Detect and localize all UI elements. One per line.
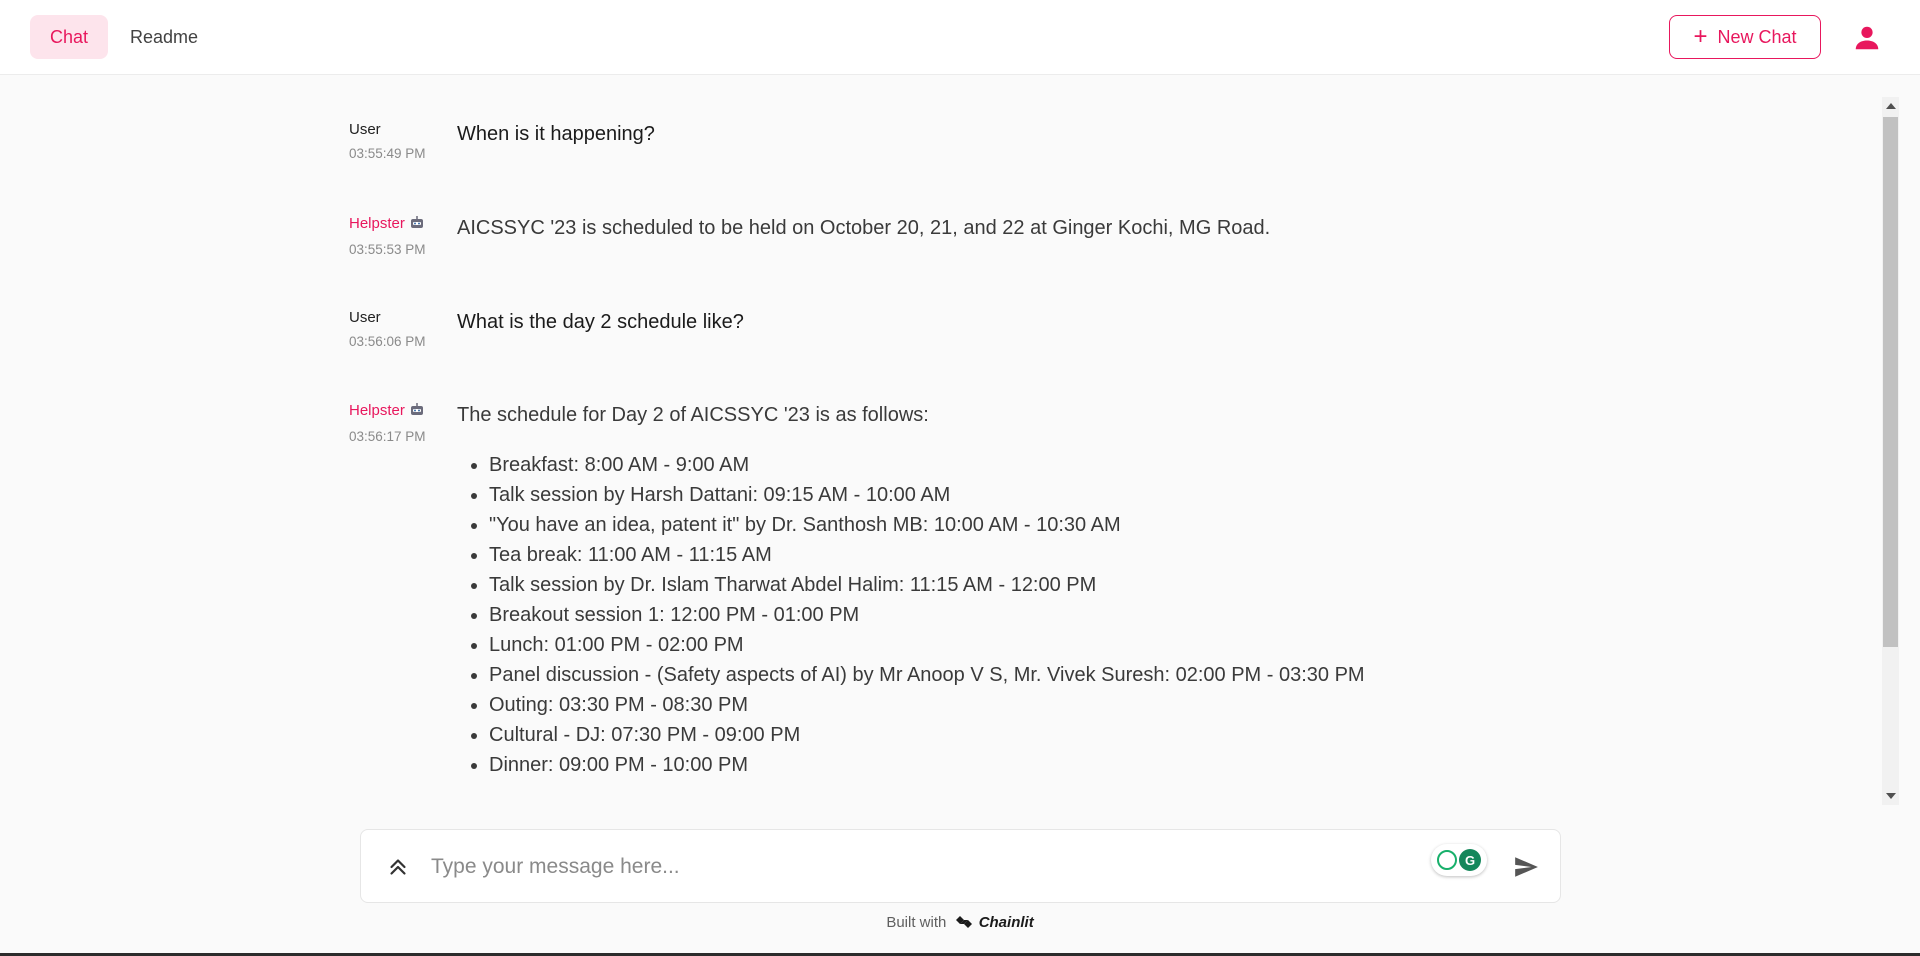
list-item: Talk session by Harsh Dattani: 09:15 AM … bbox=[471, 480, 1497, 510]
extension-badges[interactable]: G bbox=[1431, 844, 1487, 876]
message-list: User 03:55:49 PM When is it happening? H… bbox=[0, 75, 1882, 810]
robot-icon bbox=[409, 216, 425, 234]
list-item: "You have an idea, patent it" by Dr. San… bbox=[471, 510, 1497, 540]
message-input[interactable] bbox=[431, 848, 1331, 886]
footer-brand[interactable]: Chainlit bbox=[979, 914, 1034, 931]
lightbulb-icon[interactable] bbox=[1437, 850, 1457, 870]
message-text: AICSSYC '23 is scheduled to be held on O… bbox=[457, 217, 1271, 239]
chainlit-logo-icon bbox=[955, 914, 973, 934]
tab-readme[interactable]: Readme bbox=[110, 15, 218, 59]
message-author: User bbox=[349, 309, 381, 326]
list-item: Panel discussion - (Safety aspects of AI… bbox=[471, 660, 1497, 690]
list-item: Breakout session 1: 12:00 PM - 01:00 PM bbox=[471, 600, 1497, 630]
message-text: The schedule for Day 2 of AICSSYC '23 is… bbox=[457, 400, 1497, 780]
message-text: When is it happening? bbox=[457, 123, 655, 145]
message-text: What is the day 2 schedule like? bbox=[457, 311, 744, 333]
list-item: Lunch: 01:00 PM - 02:00 PM bbox=[471, 630, 1497, 660]
robot-icon bbox=[409, 403, 425, 421]
message-meta: User 03:55:49 PM bbox=[349, 121, 449, 161]
message-meta: Helpster 03:55:53 PM bbox=[349, 215, 449, 257]
expand-up-icon[interactable] bbox=[385, 854, 411, 880]
account-icon[interactable] bbox=[1852, 23, 1882, 53]
message-author: Helpster bbox=[349, 215, 449, 234]
new-chat-label: New Chat bbox=[1717, 26, 1797, 47]
author-name: Helpster bbox=[349, 215, 405, 232]
message-author: Helpster bbox=[349, 402, 449, 421]
tab-chat[interactable]: Chat bbox=[30, 15, 109, 59]
list-item: Cultural - DJ: 07:30 PM - 09:00 PM bbox=[471, 720, 1497, 750]
message-author: User bbox=[349, 121, 381, 138]
new-chat-button[interactable]: + New Chat bbox=[1669, 15, 1821, 59]
message-time: 03:56:06 PM bbox=[349, 334, 426, 349]
message-intro: The schedule for Day 2 of AICSSYC '23 is… bbox=[457, 404, 929, 426]
list-item: Outing: 03:30 PM - 08:30 PM bbox=[471, 690, 1497, 720]
footer-prefix: Built with bbox=[886, 914, 947, 931]
built-with-footer: Built with Chainlit bbox=[0, 914, 1920, 934]
message-time: 03:56:17 PM bbox=[349, 429, 426, 444]
scroll-up-arrow-icon[interactable] bbox=[1886, 103, 1896, 109]
list-item: Talk session by Dr. Islam Tharwat Abdel … bbox=[471, 570, 1497, 600]
message-meta: Helpster 03:56:17 PM bbox=[349, 402, 449, 444]
scrollbar-thumb[interactable] bbox=[1883, 117, 1898, 647]
plus-icon: + bbox=[1693, 23, 1708, 50]
list-item: Breakfast: 8:00 AM - 9:00 AM bbox=[471, 450, 1497, 480]
message-time: 03:55:53 PM bbox=[349, 242, 426, 257]
message-time: 03:55:49 PM bbox=[349, 146, 426, 161]
schedule-list: Breakfast: 8:00 AM - 9:00 AM Talk sessio… bbox=[457, 450, 1497, 780]
list-item: Dinner: 09:00 PM - 10:00 PM bbox=[471, 750, 1497, 780]
message-meta: User 03:56:06 PM bbox=[349, 309, 449, 349]
author-name: Helpster bbox=[349, 402, 405, 419]
message-scrollbar[interactable] bbox=[1882, 97, 1899, 805]
scroll-down-arrow-icon[interactable] bbox=[1886, 793, 1896, 799]
app-header: Chat Readme + New Chat bbox=[0, 0, 1920, 75]
message-composer: G bbox=[360, 829, 1561, 903]
grammarly-icon[interactable]: G bbox=[1459, 849, 1481, 871]
send-icon[interactable] bbox=[1513, 854, 1539, 880]
list-item: Tea break: 11:00 AM - 11:15 AM bbox=[471, 540, 1497, 570]
